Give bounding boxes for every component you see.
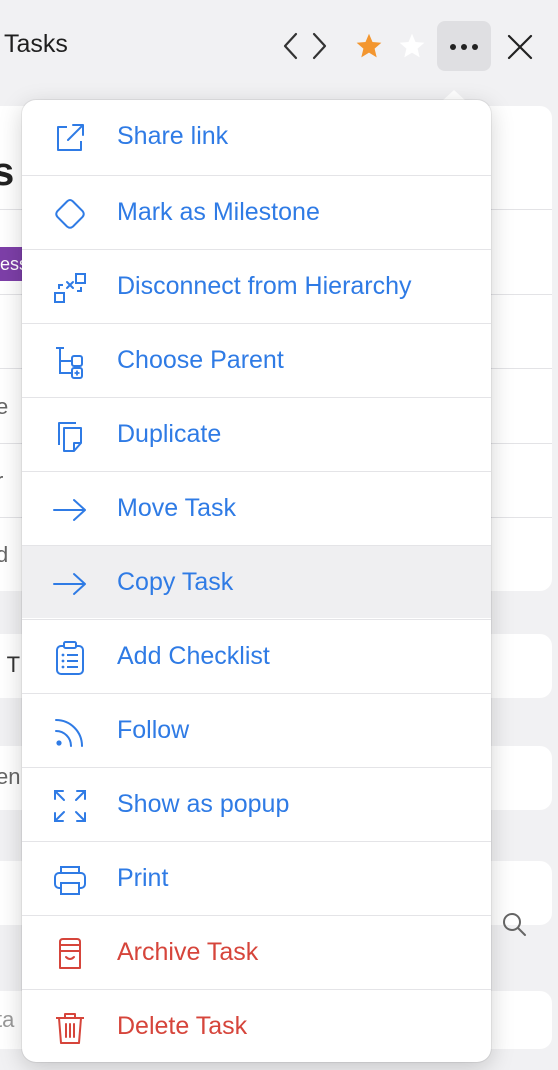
ellipsis-icon xyxy=(450,44,456,50)
arrow-right-icon xyxy=(53,499,86,521)
menu-item-label: Archive Task xyxy=(117,938,259,966)
menu-item-label: Add Checklist xyxy=(117,642,270,670)
favorite-star-button[interactable] xyxy=(355,32,383,60)
printer-icon xyxy=(54,866,86,895)
menu-item-move-task[interactable]: Move Task xyxy=(22,471,491,544)
menu-item-delete-task[interactable]: Delete Task xyxy=(22,989,491,1062)
checklist-icon xyxy=(56,641,84,675)
more-options-button[interactable] xyxy=(437,21,491,71)
section-title-fragment: en xyxy=(0,764,21,789)
menu-item-label: Mark as Milestone xyxy=(117,198,320,226)
archive-icon xyxy=(59,938,81,969)
disconnect-icon xyxy=(54,273,86,303)
menu-item-choose-parent[interactable]: Choose Parent xyxy=(22,323,491,396)
diamond-icon xyxy=(55,198,85,229)
menu-item-label: Duplicate xyxy=(117,420,222,448)
expand-icon xyxy=(54,790,86,822)
menu-item-label: Show as popup xyxy=(117,790,290,818)
previous-task-button[interactable] xyxy=(280,30,302,62)
task-panel-header: Tasks xyxy=(0,0,558,96)
comment-placeholder-fragment: ta xyxy=(0,1007,15,1032)
chevron-left-icon xyxy=(283,32,298,60)
menu-item-label: Delete Task xyxy=(117,1012,248,1040)
hierarchy-icon xyxy=(56,347,83,379)
arrow-right-icon xyxy=(53,573,86,595)
menu-item-archive-task[interactable]: Archive Task xyxy=(22,915,491,988)
next-task-button[interactable] xyxy=(308,30,330,62)
menu-item-label: Copy Task xyxy=(117,568,234,596)
menu-item-add-checklist[interactable]: Add Checklist xyxy=(22,619,491,692)
menu-item-label: Follow xyxy=(117,716,190,744)
menu-item-mark-as-milestone[interactable]: Mark as Milestone xyxy=(22,175,491,248)
task-actions-menu: Share link Mark as Milestone Disconnect … xyxy=(22,100,491,1062)
field-label-fragment: e xyxy=(0,394,9,419)
menu-item-label: Move Task xyxy=(117,494,237,522)
menu-item-share-link[interactable]: Share link xyxy=(22,100,491,173)
menu-item-disconnect-from-hierarchy[interactable]: Disconnect from Hierarchy xyxy=(22,249,491,322)
chevron-right-icon xyxy=(312,32,327,60)
rss-icon xyxy=(55,719,83,747)
ellipsis-dot xyxy=(472,44,478,50)
ellipsis-dot xyxy=(461,44,467,50)
search-button[interactable] xyxy=(500,910,528,938)
menu-item-label: Print xyxy=(117,864,169,892)
menu-item-duplicate[interactable]: Duplicate xyxy=(22,397,491,470)
menu-item-copy-task[interactable]: Copy Task xyxy=(22,545,491,618)
panel-title: Tasks xyxy=(4,30,68,58)
search-icon xyxy=(503,913,526,936)
menu-item-label: Disconnect from Hierarchy xyxy=(117,272,412,300)
menu-item-print[interactable]: Print xyxy=(22,841,491,914)
menu-item-label: Choose Parent xyxy=(117,346,284,374)
close-icon xyxy=(507,34,533,60)
field-label-fragment: d xyxy=(0,542,9,567)
section-title-fragment: l T xyxy=(0,652,21,677)
task-title-fragment: s xyxy=(0,150,15,194)
duplicate-icon xyxy=(58,422,82,452)
star-filled-icon xyxy=(356,33,382,58)
star-outline-icon xyxy=(399,33,425,58)
close-panel-button[interactable] xyxy=(506,33,534,61)
menu-item-follow[interactable]: Follow xyxy=(22,693,491,766)
field-label-fragment: r xyxy=(0,468,3,494)
external-link-icon xyxy=(57,124,84,151)
trash-icon xyxy=(56,1013,84,1044)
menu-item-label: Share link xyxy=(117,122,229,150)
rating-star-button[interactable] xyxy=(398,32,426,60)
menu-item-show-as-popup[interactable]: Show as popup xyxy=(22,767,491,840)
